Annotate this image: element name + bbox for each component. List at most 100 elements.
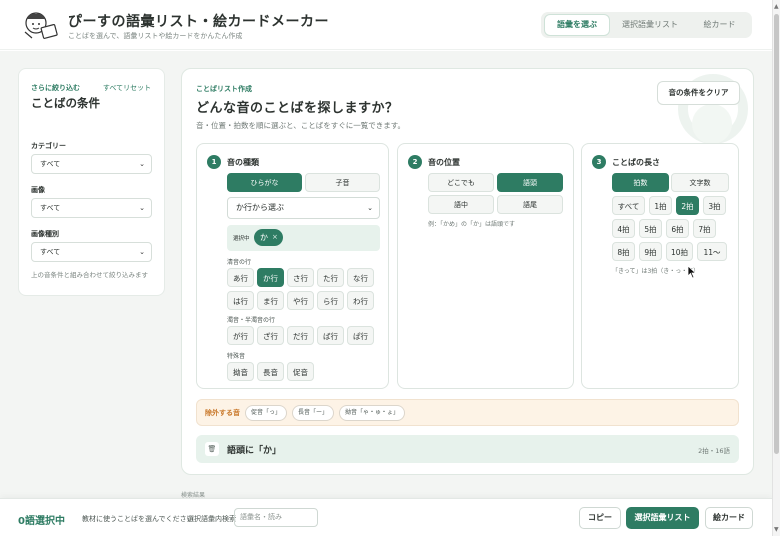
app-title: ぴーすの語彙リスト・絵カードメーカー (68, 14, 329, 30)
row-chip[interactable]: さ行 (287, 268, 314, 287)
filter-kicker: さらに絞り込む (31, 84, 80, 92)
tab-hiragana[interactable]: ひらがな (227, 173, 302, 192)
nav-picture-cards[interactable]: 絵カード (691, 15, 748, 35)
selected-sounds: 選択中 か × (227, 225, 380, 251)
sound-type-panel: 1 音の種類 ひらがな 子音 か行から選ぶ ⌄ 選択中 か × 清音の行 あ行 … (196, 143, 389, 389)
length-chip[interactable]: 6拍 (666, 219, 689, 238)
step-number: 3 (592, 155, 606, 169)
exclude-chip[interactable]: 促音「っ」 (245, 405, 287, 421)
search-label: 選択語彙内検索 (187, 515, 236, 523)
image-select-value: すべて (40, 204, 61, 212)
clear-sound-conditions-button[interactable]: 音の条件をクリア (657, 81, 740, 105)
selection-bar: 0語選択中 教材に使うことばを選んでください 選択語彙内検索 語彙名・読み コピ… (0, 498, 772, 536)
close-icon[interactable]: × (272, 229, 278, 246)
decorative-watermark (692, 104, 732, 144)
sound-position-panel: 2 音の位置 どこでも 語頭 語中 語尾 例：「かめ」の「か」は語頭です (397, 143, 574, 389)
selection-hint: 教材に使うことばを選んでください (82, 515, 194, 523)
filter-note: 上の音条件と組み合わせて絞り込みます (31, 271, 148, 279)
row-chip[interactable]: わ行 (347, 291, 374, 310)
image-label: 画像 (31, 186, 45, 194)
row-select[interactable]: か行から選ぶ ⌄ (227, 197, 380, 219)
selected-chip[interactable]: か (254, 229, 283, 246)
row-chip[interactable]: だ行 (287, 326, 314, 345)
nav-select-words[interactable]: 語彙を選ぶ (545, 15, 609, 35)
chevron-down-icon: ⌄ (367, 204, 373, 212)
exclude-chip[interactable]: 拗音「ゃ・ゅ・ょ」 (339, 405, 405, 421)
section-title: どんな音のことばを探しますか？ (196, 101, 399, 116)
result-summary: 🗑 語頭に「か」 2拍・16語 (196, 435, 739, 463)
image-type-label: 画像種別 (31, 230, 59, 238)
length-chip[interactable]: 1拍 (649, 196, 672, 215)
length-chip[interactable]: 2拍 (676, 196, 699, 215)
selected-list-button[interactable]: 選択語彙リスト (626, 507, 699, 529)
row-chip[interactable]: ば行 (317, 326, 344, 345)
result-title: 語頭に「か」 (227, 446, 282, 456)
picture-cards-button[interactable]: 絵カード (705, 507, 753, 529)
special-sounds-label: 特殊音 (227, 353, 246, 360)
scroll-down-icon[interactable]: ▼ (774, 526, 779, 533)
row-chip[interactable]: た行 (317, 268, 344, 287)
row-chip[interactable]: ら行 (317, 291, 344, 310)
position-note: 例：「かめ」の「か」は語頭です (428, 221, 516, 228)
row-chip[interactable]: な行 (347, 268, 374, 287)
exclude-label: 除外する音 (205, 409, 240, 417)
image-type-select[interactable]: すべて ⌄ (31, 242, 152, 262)
position-initial[interactable]: 語頭 (497, 173, 563, 192)
length-chip[interactable]: 8拍 (612, 242, 635, 261)
chevron-down-icon: ⌄ (139, 248, 145, 256)
filter-card: さらに絞り込む ことばの条件 すべてリセット カテゴリー すべて ⌄ 画像 すべ… (18, 68, 165, 296)
length-chip[interactable]: 7拍 (693, 219, 716, 238)
scroll-thumb[interactable] (774, 14, 779, 454)
category-select-value: すべて (40, 160, 61, 168)
row-chip[interactable]: ざ行 (257, 326, 284, 345)
step-title: 音の種類 (227, 158, 259, 167)
tab-mora[interactable]: 拍数 (612, 173, 669, 192)
position-final[interactable]: 語尾 (497, 195, 563, 214)
trash-icon[interactable]: 🗑 (205, 442, 219, 456)
row-chip[interactable]: は行 (227, 291, 254, 310)
length-chip[interactable]: 4拍 (612, 219, 635, 238)
special-chip[interactable]: 促音 (287, 362, 314, 381)
length-chip[interactable]: 9拍 (639, 242, 662, 261)
selected-label: 選択中 (233, 236, 250, 242)
image-select[interactable]: すべて ⌄ (31, 198, 152, 218)
row-chip[interactable]: ぱ行 (347, 326, 374, 345)
chevron-down-icon: ⌄ (139, 160, 145, 168)
reset-all-link[interactable]: すべてリセット (101, 83, 153, 94)
page-scrollbar[interactable]: ▲ ▼ (772, 0, 780, 536)
search-input[interactable]: 語彙名・読み (234, 508, 318, 527)
nav-selected-list[interactable]: 選択語彙リスト (613, 15, 687, 35)
logo-icon (24, 12, 58, 39)
row-chip[interactable]: か行 (257, 268, 284, 287)
length-chip[interactable]: 11〜 (697, 242, 727, 261)
tab-characters[interactable]: 文字数 (671, 173, 729, 192)
row-select-value: か行から選ぶ (236, 203, 284, 212)
position-anywhere[interactable]: どこでも (428, 173, 494, 192)
row-chip[interactable]: ま行 (257, 291, 284, 310)
special-chip[interactable]: 拗音 (227, 362, 254, 381)
position-middle[interactable]: 語中 (428, 195, 494, 214)
result-count: 2拍・16語 (698, 447, 730, 455)
row-chip[interactable]: が行 (227, 326, 254, 345)
exclude-sounds-bar: 除外する音 促音「っ」 長音「ー」 拗音「ゃ・ゅ・ょ」 (196, 399, 739, 426)
row-chip[interactable]: や行 (287, 291, 314, 310)
step-number: 2 (408, 155, 422, 169)
row-chip[interactable]: あ行 (227, 268, 254, 287)
section-subtitle: 音・位置・拍数を順に選ぶと、ことばをすぐに一覧できます。 (196, 121, 405, 130)
length-chip[interactable]: すべて (612, 196, 645, 215)
category-label: カテゴリー (31, 142, 66, 150)
voiced-rows-label: 濁音・半濁音の行 (227, 317, 276, 324)
copy-button[interactable]: コピー (579, 507, 621, 529)
clear-rows-label: 清音の行 (227, 259, 252, 266)
scroll-up-icon[interactable]: ▲ (774, 3, 779, 10)
length-chip[interactable]: 3拍 (703, 196, 726, 215)
length-chip[interactable]: 10拍 (666, 242, 693, 261)
exclude-chip[interactable]: 長音「ー」 (292, 405, 334, 421)
special-chip[interactable]: 長音 (257, 362, 284, 381)
main-nav: 語彙を選ぶ 選択語彙リスト 絵カード (541, 12, 752, 38)
length-chip[interactable]: 5拍 (639, 219, 662, 238)
step-title: 音の位置 (428, 158, 460, 167)
tab-consonant[interactable]: 子音 (305, 173, 380, 192)
category-select[interactable]: すべて ⌄ (31, 154, 152, 174)
word-length-panel: 3 ことばの長さ 拍数 文字数 すべて 1拍 2拍 3拍 4拍 5拍 6拍 7拍… (581, 143, 739, 389)
